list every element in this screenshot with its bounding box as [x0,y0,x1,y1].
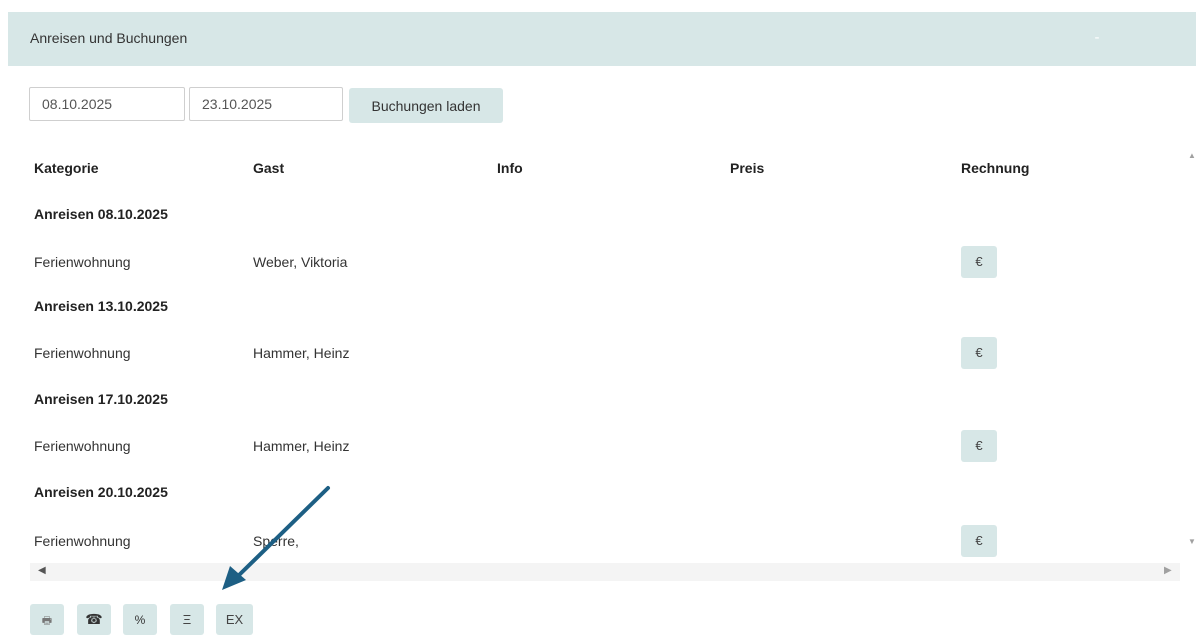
cell-kategorie: Ferienwohnung [34,345,131,361]
euro-icon: € [975,345,983,360]
print-button[interactable]: 🖶 [30,604,64,635]
cell-kategorie: Ferienwohnung [34,533,131,549]
cell-kategorie: Ferienwohnung [34,254,131,270]
bookings-table: Kategorie Gast Info Preis Rechnung Anrei… [22,146,1172,564]
column-header-info[interactable]: Info [497,156,523,180]
cell-kategorie: Ferienwohnung [34,438,131,454]
scroll-down-arrow[interactable]: ▼ [1188,537,1196,546]
scroll-left-arrow[interactable]: ◀ [38,565,46,576]
column-header-rechnung[interactable]: Rechnung [961,156,1029,180]
scroll-right-arrow[interactable]: ▶ [1164,565,1172,576]
column-header-preis[interactable]: Preis [730,156,764,180]
table-row[interactable]: Ferienwohnung Hammer, Heinz [22,434,1172,458]
export-button[interactable]: EX [216,604,253,635]
phone-icon: ☎ [85,611,103,627]
list-button[interactable]: Ξ [170,604,204,635]
percent-button[interactable]: % [123,604,157,635]
cell-gast: Weber, Viktoria [253,254,348,270]
date-from-input[interactable] [29,87,185,121]
group-heading: Anreisen 08.10.2025 [34,206,168,222]
table-row[interactable]: Ferienwohnung Hammer, Heinz [22,341,1172,365]
printer-icon: 🖶 [41,615,53,627]
invoice-button[interactable]: € [961,430,997,462]
page: Anreisen und Buchungen - Buchungen laden… [0,0,1196,635]
column-header-kategorie[interactable]: Kategorie [34,156,99,180]
invoice-button[interactable]: € [961,246,997,278]
group-heading: Anreisen 17.10.2025 [34,391,168,407]
cell-gast: Hammer, Heinz [253,345,350,361]
percent-icon: % [134,613,146,627]
cell-gast: Sperre, [253,533,299,549]
invoice-button[interactable]: € [961,525,997,557]
load-bookings-button[interactable]: Buchungen laden [349,88,503,123]
euro-icon: € [975,254,983,269]
cell-gast: Hammer, Heinz [253,438,350,454]
column-header-gast[interactable]: Gast [253,156,284,180]
panel-title: Anreisen und Buchungen [30,30,188,46]
table-row[interactable]: Ferienwohnung Weber, Viktoria [22,250,1172,274]
panel-collapse-button[interactable]: - [1087,28,1107,48]
list-icon: Ξ [182,612,192,627]
euro-icon: € [975,533,983,548]
table-header-row: Kategorie Gast Info Preis Rechnung [22,156,1172,180]
panel-header[interactable]: Anreisen und Buchungen - [8,12,1196,66]
table-row[interactable]: Ferienwohnung Sperre, [22,529,1172,553]
euro-icon: € [975,438,983,453]
phone-button[interactable]: ☎ [77,604,111,635]
date-to-input[interactable] [189,87,343,121]
group-heading: Anreisen 20.10.2025 [34,484,168,500]
group-heading: Anreisen 13.10.2025 [34,298,168,314]
scroll-up-arrow[interactable]: ▲ [1188,151,1196,160]
invoice-button[interactable]: € [961,337,997,369]
horizontal-scrollbar[interactable]: ◀ ▶ [30,563,1180,581]
